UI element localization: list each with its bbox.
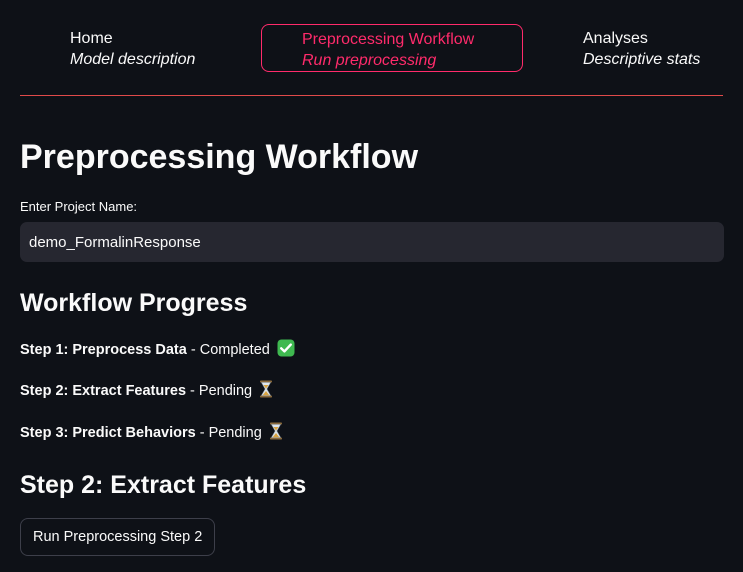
step-1-status: Step 1: Preprocess Data - Completed xyxy=(20,339,295,363)
step-status-text: Completed xyxy=(199,342,270,358)
step-3-status: Step 3: Predict Behaviors - Pending xyxy=(20,422,283,446)
app-page: Home Model description Preprocessing Wor… xyxy=(0,0,743,572)
page-title: Preprocessing Workflow xyxy=(20,138,419,176)
current-step-heading: Step 2: Extract Features xyxy=(20,471,307,499)
workflow-progress-heading: Workflow Progress xyxy=(20,289,248,317)
step-status-text: Pending xyxy=(198,383,253,399)
nav-divider xyxy=(20,95,723,96)
project-name-label: Enter Project Name: xyxy=(20,199,138,214)
step-label: Step 3: Predict Behaviors xyxy=(20,425,196,441)
nav-item-title: Preprocessing Workflow xyxy=(302,31,475,48)
top-nav: Home Model description Preprocessing Wor… xyxy=(20,23,723,75)
nav-item-analyses[interactable]: Analyses Descriptive stats xyxy=(583,24,733,72)
nav-item-home[interactable]: Home Model description xyxy=(70,24,250,72)
step-separator: - xyxy=(186,383,199,399)
nav-item-subtitle: Descriptive stats xyxy=(583,51,701,68)
step-2-status: Step 2: Extract Features - Pending xyxy=(20,380,273,404)
step-label: Step 1: Preprocess Data xyxy=(20,342,187,358)
hourglass-icon xyxy=(259,380,273,404)
run-preprocessing-step-2-button[interactable]: Run Preprocessing Step 2 xyxy=(20,518,216,556)
step-status-text: Pending xyxy=(208,425,262,441)
nav-item-subtitle: Run preprocessing xyxy=(302,52,437,69)
project-name-input[interactable] xyxy=(20,222,724,262)
step-separator: - xyxy=(195,425,209,441)
nav-item-subtitle: Model description xyxy=(70,51,196,68)
nav-item-preprocessing[interactable]: Preprocessing Workflow Run preprocessing xyxy=(261,24,523,72)
hourglass-icon xyxy=(269,422,283,446)
nav-item-title: Home xyxy=(70,30,113,47)
step-label: Step 2: Extract Features xyxy=(20,383,187,399)
step-separator: - xyxy=(186,342,200,358)
check-mark-icon xyxy=(277,339,295,363)
nav-item-title: Analyses xyxy=(583,30,648,47)
